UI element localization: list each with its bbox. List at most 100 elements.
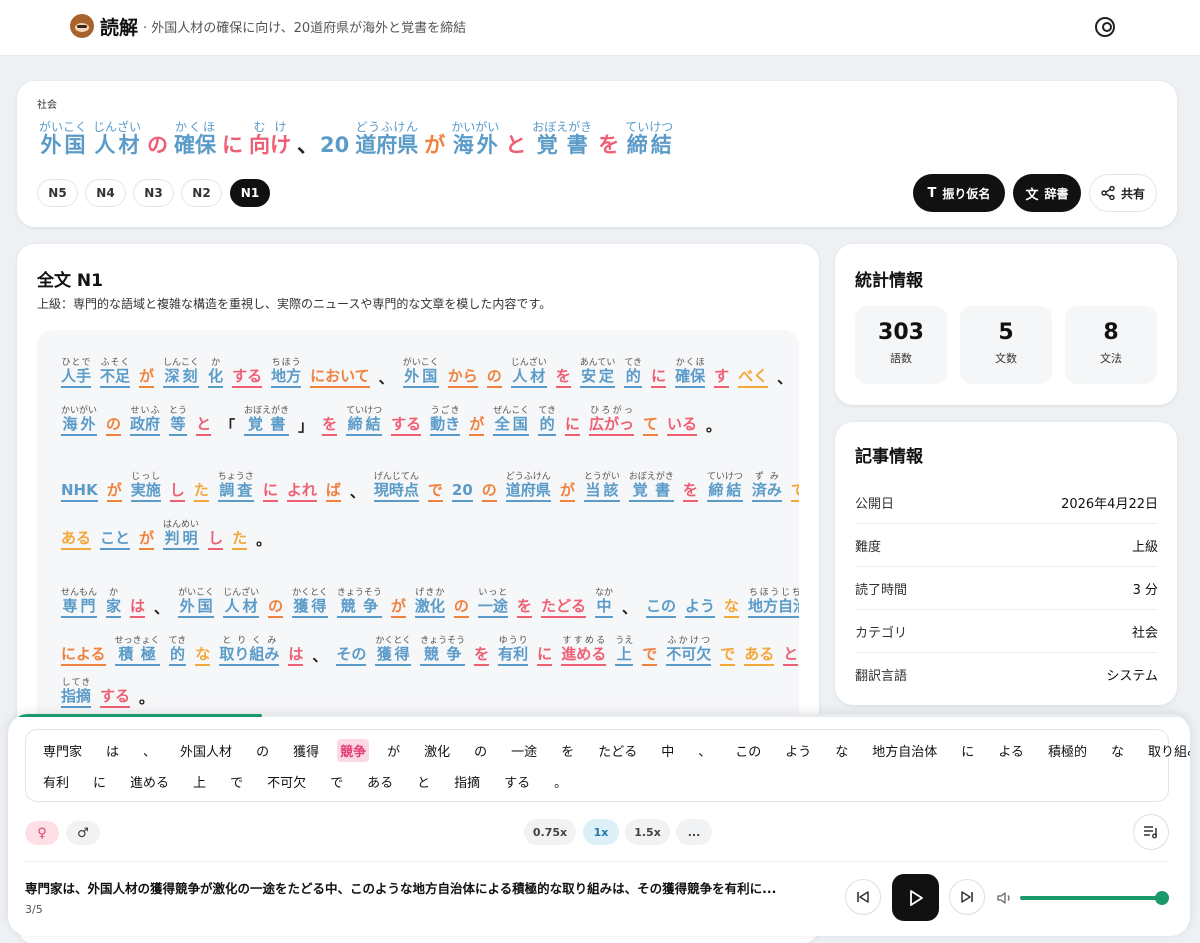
sentence-token[interactable]: 、 [695,739,714,762]
word-token[interactable]: 地方自治体ちほうじちたい [748,588,799,618]
word-token[interactable]: 一途いっと [477,588,508,618]
level-n1-button[interactable]: N1 [230,179,270,207]
sentence-token[interactable]: よる [995,739,1027,762]
word-token[interactable]: に [262,481,278,502]
word-token[interactable]: し [169,481,185,502]
sentence-token[interactable]: する [501,770,533,793]
word-token[interactable]: 当該とうがい [583,472,620,502]
word-token[interactable]: で [427,481,443,502]
sentence-token[interactable]: 中 [658,739,677,762]
word-token[interactable]: 道府県どうふけん [505,472,551,502]
word-token[interactable]: 覚書おぼえがき [532,120,592,157]
word-token[interactable]: する [391,415,422,436]
word-token[interactable]: たどる [540,597,586,618]
furigana-toggle-button[interactable]: T 振り仮名 [913,174,1005,212]
sentence-token[interactable]: 、 [140,739,159,762]
speed-option[interactable]: 0.75x [524,819,576,845]
word-token[interactable]: 有利ゆうり [498,636,529,666]
word-token[interactable]: 締結ていけつ [625,120,673,157]
word-token[interactable]: は [130,597,146,618]
sentence-token[interactable]: 取り組み [1145,739,1190,762]
word-token[interactable]: において [310,367,370,388]
word-token[interactable]: 的てき [538,406,556,436]
sentence-token[interactable]: に [90,770,109,793]
word-token[interactable]: の [106,415,122,436]
word-token[interactable]: を [598,133,619,157]
next-button[interactable] [949,879,985,915]
sentence-token[interactable]: が [384,739,403,762]
word-token[interactable]: で [642,645,658,666]
sentence-token[interactable]: よう [782,739,814,762]
word-token[interactable]: と [783,645,799,666]
word-token[interactable]: が [390,597,406,618]
word-token[interactable]: を [516,597,532,618]
word-token[interactable]: に [564,415,580,436]
word-token[interactable]: 外国がいこく [39,120,87,157]
word-token[interactable]: 広がっひろがっ [588,406,634,436]
word-token[interactable]: 等とう [169,406,188,436]
level-n2-button[interactable]: N2 [181,179,222,207]
sentence-token[interactable]: 専門家 [40,739,85,762]
word-token[interactable]: による [61,645,106,666]
word-token[interactable]: 向けむけ [249,120,291,157]
word-token[interactable]: 人材じんざい [93,120,141,157]
word-token[interactable]: ば [325,481,341,502]
sentence-token[interactable]: この [732,739,764,762]
word-token[interactable]: 取り組みとりくみ [219,636,280,666]
word-token[interactable]: 政府せいふ [130,406,161,436]
word-token[interactable]: 人材じんざい [223,588,260,618]
word-token[interactable]: 外国がいこく [402,358,439,388]
sentence-token[interactable]: を [558,739,577,762]
word-token[interactable]: た [232,529,248,550]
sentence-token[interactable]: 獲得 [290,739,322,762]
word-token[interactable]: から [447,367,478,388]
sentence-token[interactable]: で [227,770,246,793]
word-token[interactable]: が [559,481,575,502]
word-token[interactable]: が [139,367,155,388]
word-token[interactable]: で [790,481,799,502]
word-token[interactable]: べく [738,367,769,388]
word-token[interactable]: が [106,481,122,502]
word-token[interactable]: 実施じっし [130,472,161,502]
word-token[interactable]: いる [667,415,698,436]
user-account-icon[interactable] [1095,17,1115,37]
word-token[interactable]: に [537,645,553,666]
word-token[interactable]: す [714,367,730,388]
word-token[interactable]: 20 [320,133,349,157]
word-token[interactable]: を [474,645,490,666]
word-token[interactable]: 締結ていけつ [346,406,383,436]
word-token[interactable]: し [208,529,224,550]
word-token[interactable]: は [288,645,304,666]
word-token[interactable]: 競争きょうそう [420,636,466,666]
word-token[interactable]: 覚書おぼえがき [628,472,674,502]
word-token[interactable]: 家か [106,588,122,618]
word-token[interactable]: 確保かくほ [675,358,706,388]
sentence-token[interactable]: ある [364,770,396,793]
word-token[interactable]: の [147,133,168,157]
sentence-token[interactable]: 不可欠 [264,770,309,793]
sentence-token[interactable]: 進める [127,770,172,793]
word-token[interactable]: が [424,133,445,157]
sentence-token[interactable]: 激化 [421,739,453,762]
volume-icon[interactable] [997,891,1013,905]
word-token[interactable]: 指摘してき [61,678,92,708]
sentence-token[interactable]: 地方自治体 [869,739,940,762]
word-token[interactable]: た [193,481,209,502]
playlist-button[interactable] [1133,814,1169,850]
word-token[interactable]: な [724,597,740,618]
word-token[interactable]: を [322,415,338,436]
word-token[interactable]: 人材じんざい [510,358,547,388]
speed-option[interactable]: 1.5x [625,819,670,845]
word-token[interactable]: に [651,367,667,388]
word-token[interactable]: 不可欠ふかけつ [666,636,712,666]
word-token[interactable]: 激化げきか [414,588,445,618]
word-token[interactable]: 獲得かくとく [375,636,412,666]
sentence-token[interactable]: と [414,770,433,793]
word-token[interactable]: な [195,645,211,666]
level-n4-button[interactable]: N4 [85,179,126,207]
level-n5-button[interactable]: N5 [37,179,78,207]
current-word-token[interactable]: 競争 [337,739,370,762]
word-token[interactable]: の [481,481,497,502]
sentence-token[interactable]: な [1108,739,1127,762]
sentence-token[interactable]: で [327,770,346,793]
